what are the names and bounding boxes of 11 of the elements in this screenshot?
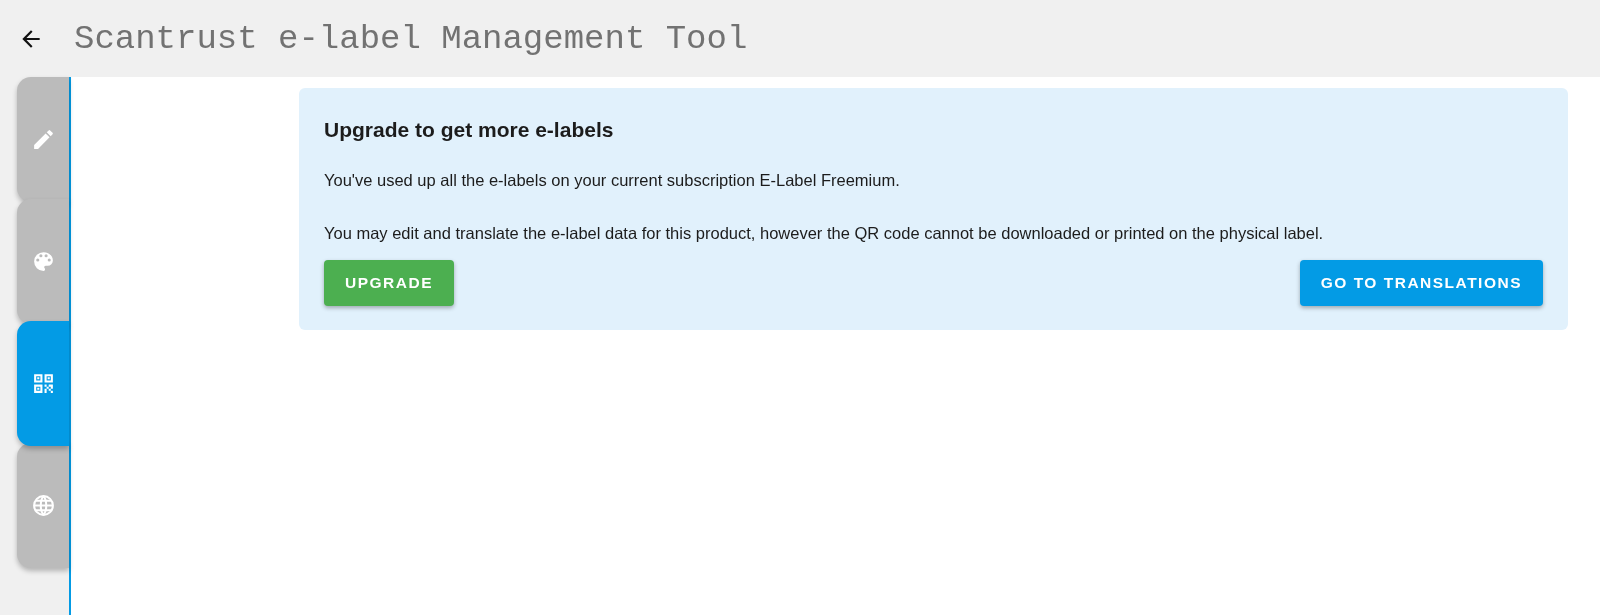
side-tab[interactable] (17, 443, 69, 568)
side-tab[interactable] (17, 77, 69, 202)
notice-text: You may edit and translate the e-label data for this product, however the QR code cannot be downloaded or printed on the physical label. (324, 223, 1325, 244)
upgrade-button[interactable]: UPGRADE (324, 260, 454, 306)
side-tab[interactable] (17, 321, 69, 446)
notice-title: Upgrade to get more e-labels (324, 118, 615, 142)
notice-text: You've used up all the e-labels on your current subscription E-Label Freemium. (324, 170, 901, 191)
globe-icon (30, 493, 56, 518)
side-tab[interactable] (17, 199, 69, 324)
page-title: Scantrust e-label Management Tool (74, 19, 748, 58)
translations-button[interactable]: GO TO TRANSLATIONS (1299, 260, 1543, 306)
